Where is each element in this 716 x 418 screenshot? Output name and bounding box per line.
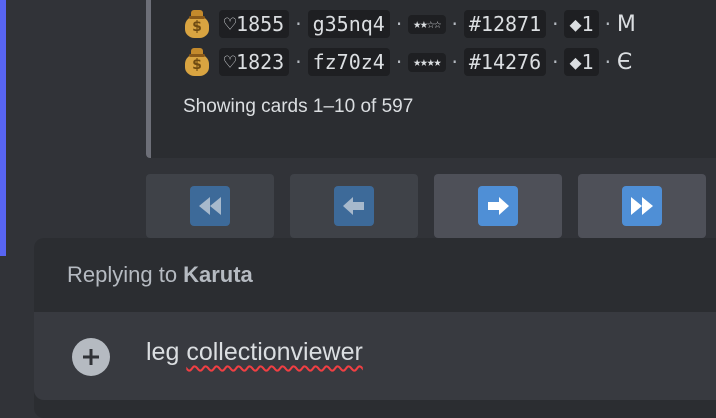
card-code: fz70z4 <box>307 48 390 76</box>
previous-page-button[interactable] <box>290 174 418 238</box>
money-bag-icon: $ <box>183 9 211 39</box>
message-input[interactable]: leg collectionviewer <box>146 338 363 367</box>
edition: ◆1 <box>564 48 599 76</box>
left-arrow-icon <box>334 186 374 226</box>
double-left-arrow-icon <box>190 186 230 226</box>
reply-prefix: Replying to <box>67 262 178 287</box>
separator: · <box>604 12 611 36</box>
card-condition-stars: ★★★★ <box>408 52 446 72</box>
first-page-button[interactable] <box>146 174 274 238</box>
next-page-button[interactable] <box>434 174 562 238</box>
money-symbol: $ <box>192 19 202 35</box>
right-arrow-icon <box>478 186 518 226</box>
card-row[interactable]: $ ♡1823 · fz70z4 · ★★★★ · #14276 · ◆1 · … <box>183 45 632 79</box>
separator: · <box>395 12 403 36</box>
wishlist-count: ♡1855 <box>219 10 290 38</box>
separator: · <box>552 12 559 36</box>
separator: · <box>552 50 559 74</box>
separator: · <box>295 50 302 74</box>
card-row[interactable]: $ ♡1855 · g35nq4 · ★★☆☆ · #12871 · ◆1 · … <box>183 7 636 41</box>
last-page-button[interactable] <box>578 174 706 238</box>
typed-word: leg <box>146 338 180 366</box>
plus-icon <box>81 347 101 367</box>
money-symbol: $ <box>192 57 202 73</box>
double-right-arrow-icon <box>622 186 662 226</box>
channel-accent-bar <box>0 0 6 256</box>
card-condition-stars: ★★☆☆ <box>408 14 446 34</box>
print-number: #12871 <box>463 10 547 38</box>
separator: · <box>604 50 611 74</box>
series-name: M <box>616 11 636 37</box>
separator: · <box>395 50 403 74</box>
print-number: #14276 <box>463 48 547 76</box>
money-bag-icon: $ <box>183 47 211 77</box>
separator: · <box>451 50 458 74</box>
misspelled-word: collectionviewer <box>186 338 363 366</box>
add-attachment-button[interactable] <box>72 338 110 376</box>
reply-bar: Replying to Karuta <box>34 238 716 312</box>
message-input-box[interactable]: leg collectionviewer <box>34 312 716 400</box>
reply-username[interactable]: Karuta <box>183 262 253 288</box>
separator: · <box>451 12 458 36</box>
series-name: Є <box>616 49 633 75</box>
separator: · <box>295 12 302 36</box>
collection-embed: $ ♡1855 · g35nq4 · ★★☆☆ · #12871 · ◆1 · … <box>146 0 716 158</box>
pagination-status: Showing cards 1–10 of 597 <box>183 96 414 117</box>
wishlist-count: ♡1823 <box>219 48 290 76</box>
edition: ◆1 <box>564 10 599 38</box>
card-code: g35nq4 <box>307 10 390 38</box>
